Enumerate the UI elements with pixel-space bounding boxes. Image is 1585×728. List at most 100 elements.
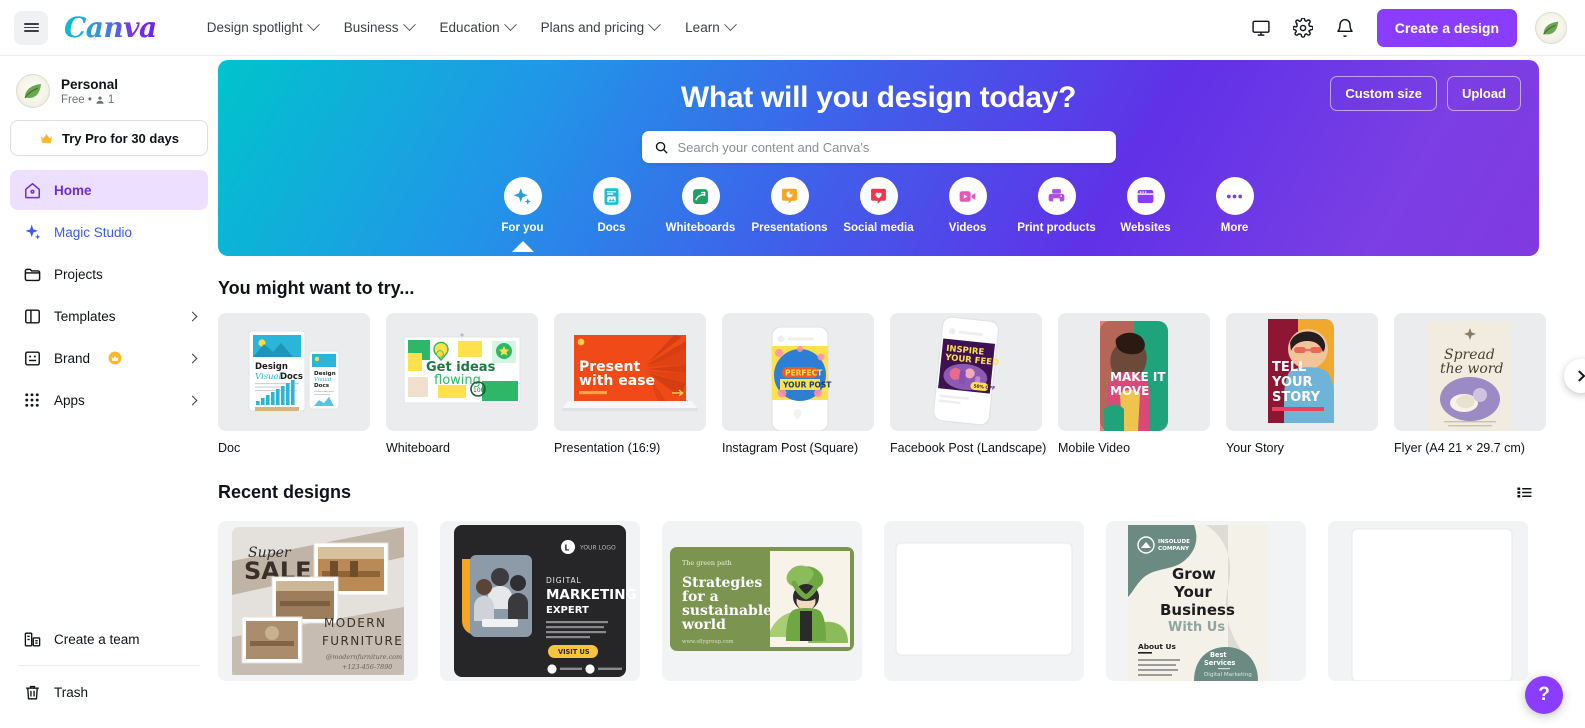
template-thumbnail: TELL YOUR STORY bbox=[1226, 313, 1378, 431]
recent-design-card[interactable]: The green path Strategies for a sustaina… bbox=[662, 521, 862, 681]
svg-text:Best: Best bbox=[1210, 651, 1227, 659]
sidebar-item-magic-studio[interactable]: Magic Studio bbox=[10, 212, 208, 252]
template-label: Facebook Post (Landscape) bbox=[890, 441, 1047, 455]
nav-learn[interactable]: Learn bbox=[673, 12, 747, 43]
template-thumbnail: MAKE IT MOVE bbox=[1058, 313, 1210, 431]
next-templates-button[interactable] bbox=[1564, 359, 1585, 393]
account-plan: Free • bbox=[61, 94, 92, 107]
svg-text:Your: Your bbox=[1173, 583, 1212, 601]
search-icon bbox=[655, 141, 668, 154]
nav-design-spotlight[interactable]: Design spotlight bbox=[195, 12, 330, 43]
category-docs[interactable]: Docs bbox=[567, 177, 656, 234]
nav-education[interactable]: Education bbox=[428, 12, 527, 43]
svg-text:YOUR LOGO: YOUR LOGO bbox=[579, 545, 616, 552]
trash-icon bbox=[22, 682, 42, 702]
svg-text:MODERN: MODERN bbox=[324, 616, 386, 630]
svg-text:FURNITURE: FURNITURE bbox=[322, 634, 403, 648]
svg-text:+123-456-7890: +123-456-7890 bbox=[342, 663, 392, 671]
top-navigation-bar: Canva Design spotlight Business Educatio… bbox=[0, 0, 1585, 56]
template-label: Flyer (A4 21 × 29.7 cm) bbox=[1394, 441, 1525, 455]
nav-label: Business bbox=[343, 20, 399, 35]
template-label: Mobile Video bbox=[1058, 441, 1131, 455]
sidebar-item-projects[interactable]: Projects bbox=[10, 254, 208, 294]
svg-text:MOVE: MOVE bbox=[1110, 384, 1149, 398]
nav-plans-and-pricing[interactable]: Plans and pricing bbox=[529, 12, 672, 43]
sidebar-item-trash[interactable]: Trash bbox=[10, 672, 208, 712]
category-social-media[interactable]: Social media bbox=[834, 177, 923, 234]
recent-design-card[interactable] bbox=[1328, 521, 1528, 681]
recent-designs-row: Super SALE MODERN FURNITURE @modernfurni… bbox=[218, 521, 1585, 681]
sidebar-item-label: Create a team bbox=[54, 631, 140, 647]
svg-text:Grow: Grow bbox=[1172, 565, 1216, 583]
svg-text:YOUR: YOUR bbox=[1271, 375, 1313, 390]
template-card-instagram-post[interactable]: PERFECT YOUR POST Instagram Post (Square… bbox=[722, 313, 874, 455]
sidebar-item-home[interactable]: Home bbox=[10, 170, 208, 210]
category-whiteboards[interactable]: Whiteboards bbox=[656, 177, 745, 234]
account-switcher[interactable]: Personal Free • 1 bbox=[10, 70, 208, 120]
category-for-you[interactable]: For you bbox=[478, 177, 567, 234]
bell-icon[interactable] bbox=[1327, 10, 1363, 46]
svg-text:STORY: STORY bbox=[1272, 390, 1321, 405]
template-card-mobile-video[interactable]: MAKE IT MOVE Mobile Video bbox=[1058, 313, 1210, 455]
template-card-whiteboard[interactable]: Get ideas flowing 100 Whiteboard bbox=[386, 313, 538, 455]
hamburger-menu-icon[interactable] bbox=[14, 10, 48, 45]
chevron-right-icon bbox=[187, 311, 198, 321]
canva-logo[interactable]: Canva bbox=[64, 13, 161, 42]
category-websites[interactable]: Websites bbox=[1101, 177, 1190, 234]
template-thumbnail: INSPIRE YOUR FEED 50% OFF bbox=[890, 313, 1042, 431]
main-content: Custom size Upload What will you design … bbox=[218, 56, 1585, 728]
chevron-down-icon bbox=[503, 18, 517, 32]
recent-design-card[interactable] bbox=[884, 521, 1084, 681]
crown-badge-icon bbox=[108, 351, 122, 365]
search-box[interactable] bbox=[641, 131, 1116, 163]
user-avatar[interactable] bbox=[1535, 11, 1567, 44]
nav-business[interactable]: Business bbox=[332, 12, 426, 43]
apps-icon bbox=[22, 390, 42, 410]
chevron-down-icon bbox=[306, 18, 320, 32]
hero-banner: Custom size Upload What will you design … bbox=[218, 60, 1539, 256]
sidebar-item-templates[interactable]: Templates bbox=[10, 296, 208, 336]
sidebar-bottom: Create a team Trash bbox=[10, 619, 208, 728]
account-avatar bbox=[16, 74, 50, 108]
template-card-your-story[interactable]: TELL YOUR STORY Your Story bbox=[1226, 313, 1378, 455]
upload-button[interactable]: Upload bbox=[1446, 76, 1521, 111]
svg-text:with ease: with ease bbox=[579, 373, 655, 389]
account-meta: Free • 1 bbox=[61, 94, 118, 106]
template-card-presentation[interactable]: Present with ease Presentation (16:9) bbox=[554, 313, 706, 455]
custom-size-button[interactable]: Custom size bbox=[1330, 76, 1437, 111]
recent-design-thumbnail: L YOUR LOGO DIGITAL MARKETING EXPERT VIS… bbox=[440, 521, 640, 681]
sidebar-item-label: Templates bbox=[54, 308, 116, 324]
recent-design-card[interactable]: Super SALE MODERN FURNITURE @modernfurni… bbox=[218, 521, 418, 681]
sidebar-item-label: Home bbox=[54, 182, 92, 198]
svg-text:EXPERT: EXPERT bbox=[546, 605, 589, 616]
sidebar-item-apps[interactable]: Apps bbox=[10, 380, 208, 420]
template-card-flyer[interactable]: Spread the word Flyer (A4 21 × 29.7 cm) bbox=[1394, 313, 1546, 455]
recent-design-card[interactable]: INSOLUDE COMPANY Grow Your Business With… bbox=[1106, 521, 1306, 681]
template-card-doc[interactable]: Design Visual Docs Design Visual Docs Do… bbox=[218, 313, 370, 455]
list-view-icon[interactable] bbox=[1509, 477, 1539, 507]
category-videos[interactable]: Videos bbox=[923, 177, 1012, 234]
sidebar-item-create-a-team[interactable]: Create a team bbox=[10, 619, 208, 659]
try-section-header: You might want to try... bbox=[218, 278, 1539, 299]
category-more[interactable]: More bbox=[1190, 177, 1279, 234]
sidebar-item-brand[interactable]: Brand bbox=[10, 338, 208, 378]
search-input[interactable] bbox=[677, 139, 1104, 155]
gear-icon[interactable] bbox=[1285, 10, 1321, 46]
template-thumbnail: PERFECT YOUR POST bbox=[722, 313, 874, 431]
website-icon bbox=[1126, 177, 1165, 215]
category-label: Print products bbox=[1017, 222, 1096, 234]
create-a-design-button[interactable]: Create a design bbox=[1376, 8, 1517, 47]
recent-design-card[interactable]: L YOUR LOGO DIGITAL MARKETING EXPERT VIS… bbox=[440, 521, 640, 681]
chevron-down-icon bbox=[723, 18, 737, 32]
sidebar-item-label: Trash bbox=[54, 684, 89, 700]
svg-text:Services: Services bbox=[1204, 659, 1235, 667]
template-card-facebook-post[interactable]: INSPIRE YOUR FEED 50% OFF Facebook Post … bbox=[890, 313, 1047, 455]
category-presentations[interactable]: Presentations bbox=[745, 177, 834, 234]
monitor-icon[interactable] bbox=[1243, 10, 1279, 46]
category-print-products[interactable]: Print products bbox=[1012, 177, 1101, 234]
category-label: Docs bbox=[597, 222, 626, 234]
svg-text:With Us: With Us bbox=[1168, 620, 1225, 635]
help-button[interactable]: ? bbox=[1525, 676, 1563, 714]
try-pro-button[interactable]: Try Pro for 30 days bbox=[10, 120, 208, 156]
chevron-right-icon bbox=[187, 395, 198, 405]
